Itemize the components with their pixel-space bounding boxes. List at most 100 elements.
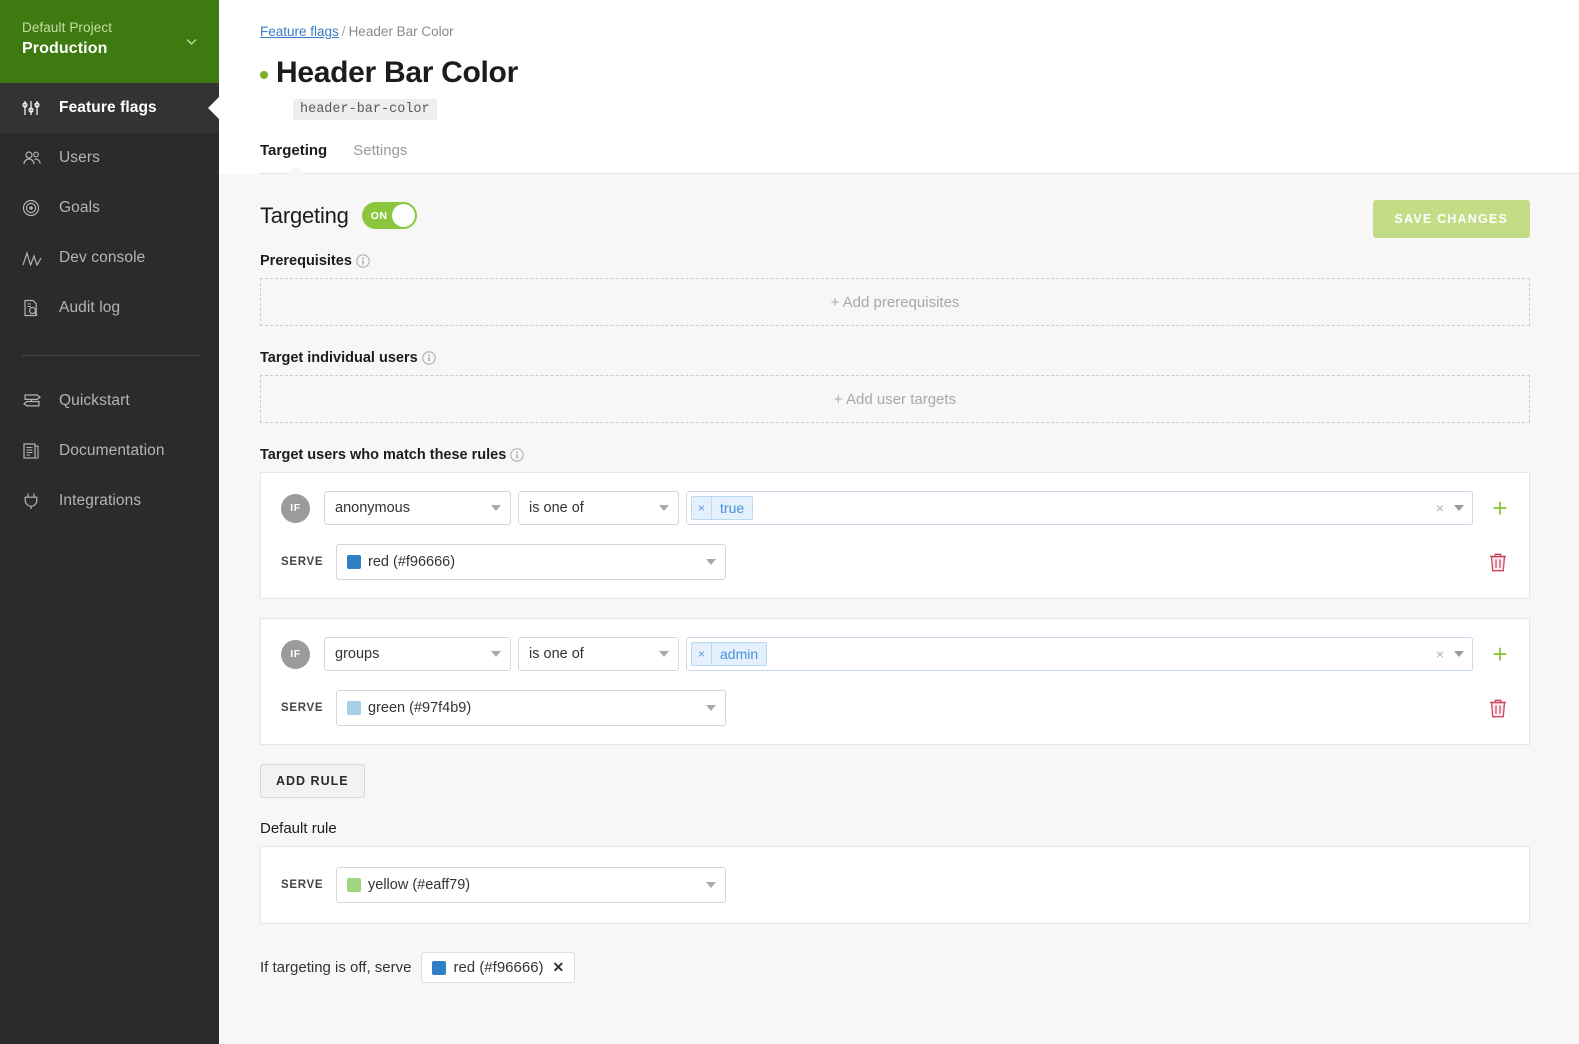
individual-users-label: Target individual users bbox=[260, 350, 418, 366]
value-chip[interactable]: × true bbox=[691, 496, 754, 520]
add-user-targets-box[interactable]: + Add user targets bbox=[260, 375, 1530, 423]
color-swatch bbox=[347, 878, 361, 892]
off-variation-row: If targeting is off, serve red (#f96666)… bbox=[260, 952, 1530, 1013]
rule-attribute-select[interactable]: anonymous bbox=[324, 491, 511, 525]
rule-serve-select[interactable]: green (#97f4b9) bbox=[336, 690, 726, 726]
main-content: Feature flags / Header Bar Color Header Ba… bbox=[219, 0, 1579, 1044]
info-icon[interactable] bbox=[356, 254, 370, 268]
chevron-down-icon bbox=[706, 559, 716, 565]
rule-condition-row: IF groups is one of × admin × + bbox=[261, 637, 1529, 671]
rule-values-input[interactable]: × admin × bbox=[686, 637, 1473, 671]
default-rule-label: Default rule bbox=[260, 820, 337, 837]
rule-attribute-select[interactable]: groups bbox=[324, 637, 511, 671]
remove-icon[interactable]: ✕ bbox=[553, 959, 565, 976]
targeting-toggle-row: Targeting ON bbox=[260, 202, 1530, 229]
add-rule-button[interactable]: ADD RULE bbox=[260, 764, 365, 798]
add-condition-button[interactable]: + bbox=[1489, 641, 1511, 667]
save-changes-button[interactable]: SAVE CHANGES bbox=[1372, 200, 1530, 238]
rule-attribute-value: groups bbox=[335, 646, 380, 662]
color-swatch bbox=[432, 960, 447, 975]
rules-label-row: Target users who match these rules bbox=[260, 447, 1530, 463]
chip-remove-icon[interactable]: × bbox=[692, 643, 713, 665]
rule-serve-value: green (#97f4b9) bbox=[368, 700, 472, 716]
breadcrumb-current: Header Bar Color bbox=[348, 24, 454, 39]
sidebar-item-label: Audit log bbox=[59, 299, 121, 316]
project-switcher[interactable]: Default Project Production bbox=[0, 0, 219, 83]
chevron-down-icon[interactable] bbox=[1454, 505, 1464, 511]
page-title: Header Bar Color bbox=[276, 56, 518, 89]
delete-rule-button[interactable] bbox=[1489, 698, 1507, 718]
chevron-down-icon bbox=[659, 651, 669, 657]
sidebar-item-integrations[interactable]: Integrations bbox=[0, 476, 219, 526]
chart-icon bbox=[22, 250, 48, 266]
flag-title-row: Header Bar Color bbox=[260, 54, 1579, 92]
default-serve-value: yellow (#eaff79) bbox=[368, 877, 471, 893]
value-chip[interactable]: × admin bbox=[691, 642, 768, 666]
rules-label: Target users who match these rules bbox=[260, 447, 507, 463]
add-prerequisites-box[interactable]: + Add prerequisites bbox=[260, 278, 1530, 326]
status-dot-icon bbox=[260, 71, 268, 79]
sidebar-item-label: Feature flags bbox=[59, 99, 157, 116]
rule-attribute-value: anonymous bbox=[335, 500, 410, 516]
sliders-icon bbox=[22, 100, 48, 116]
sidebar-item-users[interactable]: Users bbox=[0, 133, 219, 183]
targeting-heading: Targeting bbox=[260, 202, 349, 228]
rule-operator-value: is one of bbox=[529, 500, 584, 516]
tab-targeting[interactable]: Targeting bbox=[260, 142, 341, 174]
sidebar-item-documentation[interactable]: Documentation bbox=[0, 426, 219, 476]
rule-operator-select[interactable]: is one of bbox=[518, 637, 679, 671]
chevron-down-icon[interactable] bbox=[1454, 651, 1464, 657]
plug-icon bbox=[22, 492, 48, 510]
serve-label: SERVE bbox=[281, 879, 324, 891]
tab-label: Targeting bbox=[260, 142, 328, 159]
sidebar: Default Project Production Feature flags… bbox=[0, 0, 219, 1044]
clear-icon[interactable]: × bbox=[1436, 501, 1444, 515]
sidebar-item-dev-console[interactable]: Dev console bbox=[0, 233, 219, 283]
flag-key-badge: header-bar-color bbox=[293, 99, 437, 120]
default-serve-select[interactable]: yellow (#eaff79) bbox=[336, 867, 726, 903]
if-badge: IF bbox=[281, 639, 310, 669]
prerequisites-label-row: Prerequisites bbox=[260, 253, 1530, 269]
add-condition-button[interactable]: + bbox=[1489, 495, 1511, 521]
clear-icon[interactable]: × bbox=[1436, 647, 1444, 661]
rule-serve-select[interactable]: red (#f96666) bbox=[336, 544, 726, 580]
targeting-toggle[interactable]: ON bbox=[361, 202, 417, 229]
add-prerequisites-label: + Add prerequisites bbox=[830, 293, 960, 311]
off-variation-pill[interactable]: red (#f96666) ✕ bbox=[421, 952, 576, 983]
chip-label: admin bbox=[720, 646, 759, 662]
sidebar-item-goals[interactable]: Goals bbox=[0, 183, 219, 233]
rule-card: IF anonymous is one of × true × + SERVE … bbox=[260, 472, 1530, 599]
tab-settings[interactable]: Settings bbox=[353, 142, 421, 173]
sidebar-item-feature-flags[interactable]: Feature flags bbox=[0, 83, 219, 133]
off-variation-label: If targeting is off, serve bbox=[260, 959, 412, 976]
chevron-down-icon[interactable] bbox=[186, 36, 197, 47]
sidebar-item-quickstart[interactable]: Quickstart bbox=[0, 376, 219, 426]
rule-operator-select[interactable]: is one of bbox=[518, 491, 679, 525]
add-user-targets-label: + Add user targets bbox=[833, 390, 957, 408]
rule-condition-row: IF anonymous is one of × true × + bbox=[261, 491, 1529, 525]
color-swatch bbox=[347, 555, 361, 569]
color-swatch bbox=[347, 701, 361, 715]
sidebar-item-label: Users bbox=[59, 149, 100, 166]
info-icon[interactable] bbox=[510, 448, 525, 462]
serve-label: SERVE bbox=[281, 556, 324, 568]
tab-bar: Targeting Settings bbox=[260, 142, 1579, 174]
rule-values-input[interactable]: × true × bbox=[686, 491, 1473, 525]
values-field-actions: × bbox=[1436, 501, 1464, 515]
signpost-icon bbox=[22, 393, 48, 409]
breadcrumb-separator: / bbox=[341, 24, 346, 39]
chip-remove-icon[interactable]: × bbox=[692, 497, 713, 519]
sidebar-item-audit-log[interactable]: Audit log bbox=[0, 283, 219, 333]
project-name: Default Project bbox=[22, 20, 113, 35]
tab-label: Settings bbox=[353, 142, 408, 159]
toggle-knob bbox=[391, 204, 415, 227]
rule-operator-value: is one of bbox=[529, 646, 584, 662]
rule-serve-row: SERVE red (#f96666) bbox=[261, 544, 1529, 580]
chevron-down-icon bbox=[491, 505, 501, 511]
delete-rule-button[interactable] bbox=[1489, 552, 1507, 572]
values-field-actions: × bbox=[1436, 647, 1464, 661]
info-icon[interactable] bbox=[421, 351, 436, 365]
breadcrumb: Feature flags / Header Bar Color bbox=[260, 22, 1579, 42]
default-serve-row: SERVE yellow (#eaff79) bbox=[261, 867, 1529, 903]
breadcrumb-parent-link[interactable]: Feature flags bbox=[260, 24, 339, 39]
